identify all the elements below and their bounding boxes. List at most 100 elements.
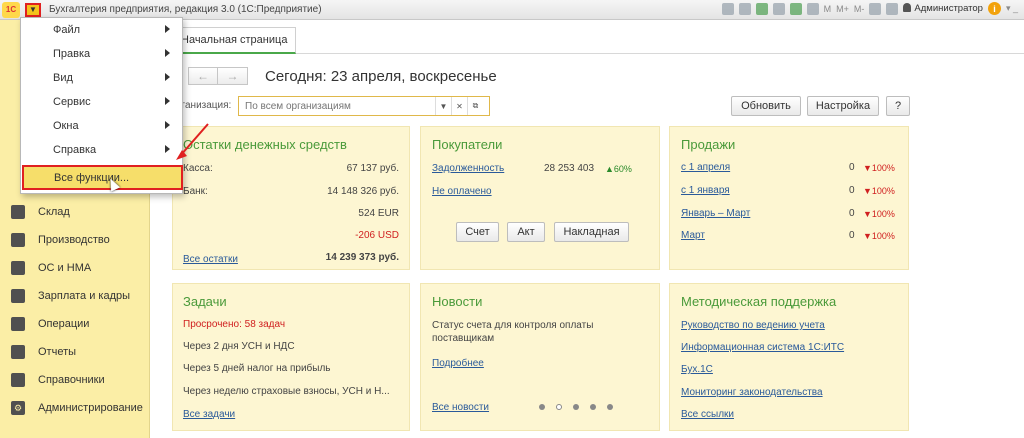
sales-row-change: ▼100% — [863, 231, 895, 241]
sidebar-item-operations[interactable]: Операции — [0, 313, 150, 335]
debt-change: ▲60% — [605, 164, 632, 174]
sidebar-item-label: ОС и НМА — [38, 262, 92, 274]
sidebar-item-production[interactable]: Производство — [0, 229, 150, 251]
sidebar-item-label: Справочники — [38, 374, 105, 386]
menu-item-all-functions[interactable]: Все функции... — [22, 165, 183, 190]
news-page-dot[interactable] — [590, 404, 596, 410]
buyers-widget: Покупатели Задолженность 28 253 403 ▲60%… — [420, 126, 660, 270]
page-title: Сегодня: 23 апреля, воскресенье — [265, 68, 497, 85]
chevron-right-icon — [165, 49, 170, 57]
chevron-down-icon: ▼ — [29, 5, 37, 14]
sales-row-value: 0 — [849, 230, 855, 241]
info-icon[interactable]: i — [987, 2, 1001, 15]
support-link[interactable]: Руководство по ведению учета — [681, 320, 825, 331]
refresh-button[interactable]: Обновить — [731, 96, 801, 116]
back-button[interactable]: ← — [188, 67, 218, 85]
news-text-line: Статус счета для контроля оплаты — [432, 320, 594, 331]
bank-value: 14 148 326 руб. — [327, 186, 399, 197]
sales-row-value: 0 — [849, 208, 855, 219]
menu-item-label: Сервис — [53, 96, 91, 108]
settings-button[interactable]: Настройка — [807, 96, 879, 116]
dropdown-icon[interactable]: ▼ — [435, 97, 451, 115]
memory-plus-button[interactable]: M+ — [836, 4, 849, 14]
history-navigation: ← → — [188, 67, 248, 85]
act-button[interactable]: Акт — [507, 222, 545, 242]
menu-item-edit[interactable]: Правка — [21, 44, 182, 64]
menu-item-view[interactable]: Вид — [21, 68, 182, 88]
tab-home[interactable]: Начальная страница — [172, 27, 297, 54]
sidebar-item-label: Производство — [38, 234, 110, 246]
unpaid-link[interactable]: Не оплачено — [432, 186, 492, 197]
sales-row-link[interactable]: с 1 января — [681, 185, 730, 196]
menu-item-file[interactable]: Файл — [21, 20, 182, 40]
support-link[interactable]: Информационная система 1С:ИТС — [681, 342, 844, 353]
cash-total: 14 239 373 руб. — [325, 252, 399, 263]
zoom-icon[interactable] — [869, 2, 882, 15]
sales-row-change: ▼100% — [863, 209, 895, 219]
organization-field[interactable]: ▼ ✕ ⧉ — [238, 96, 490, 116]
calendar-icon[interactable] — [806, 2, 819, 15]
all-tasks-link[interactable]: Все задачи — [183, 409, 235, 420]
sales-row-link[interactable]: с 1 апреля — [681, 162, 730, 173]
invoice-button[interactable]: Счет — [456, 222, 499, 242]
chevron-right-icon — [165, 25, 170, 33]
waybill-button[interactable]: Накладная — [554, 222, 629, 242]
news-page-dot-current[interactable] — [556, 404, 562, 410]
menu-item-windows[interactable]: Окна — [21, 116, 182, 136]
main-menu-button[interactable]: ▼ — [25, 2, 41, 17]
print-icon[interactable] — [721, 2, 734, 15]
download-icon[interactable] — [755, 2, 768, 15]
sales-row-link[interactable]: Январь – Март — [681, 208, 750, 219]
support-widget: Методическая поддержка Руководство по ве… — [669, 283, 909, 431]
sidebar-item-label: Зарплата и кадры — [38, 290, 131, 302]
menu-item-service[interactable]: Сервис — [21, 92, 182, 112]
news-page-dot[interactable] — [539, 404, 545, 410]
minimize-button[interactable]: ▾ _ — [1006, 3, 1018, 14]
news-widget: Новости Статус счета для контроля оплаты… — [420, 283, 660, 431]
debt-link[interactable]: Задолженность — [432, 163, 504, 174]
open-icon[interactable]: ⧉ — [467, 97, 483, 115]
sidebar-item-assets[interactable]: ОС и НМА — [0, 257, 150, 279]
task-item: Через неделю страховые взносы, УСН и Н..… — [183, 386, 390, 397]
news-title: Новости — [432, 294, 483, 309]
panels-icon[interactable] — [886, 2, 899, 15]
tasks-widget: Задачи Просрочено: 58 задач Через 2 дня … — [172, 283, 410, 431]
all-news-link[interactable]: Все новости — [432, 402, 489, 413]
sales-row-change: ▼100% — [863, 163, 895, 173]
sidebar-item-label: Операции — [38, 318, 90, 330]
eur-value: 524 EUR — [358, 208, 399, 219]
sidebar-item-references[interactable]: Справочники — [0, 369, 150, 391]
sidebar-item-warehouse[interactable]: Склад — [0, 201, 150, 223]
all-links-link[interactable]: Все ссылки — [681, 409, 734, 420]
help-button[interactable]: ? — [886, 96, 910, 116]
memory-button[interactable]: M — [824, 4, 832, 14]
memory-minus-button[interactable]: M- — [854, 4, 865, 14]
task-item: Через 5 дней налог на прибыль — [183, 363, 331, 374]
sidebar-item-salary[interactable]: Зарплата и кадры — [0, 285, 150, 307]
support-link[interactable]: Бух.1С — [681, 364, 713, 375]
sidebar-item-administration[interactable]: ⚙ Администрирование — [0, 397, 150, 419]
forward-button[interactable]: → — [218, 67, 248, 85]
news-page-dot[interactable] — [607, 404, 613, 410]
gear-icon: ⚙ — [11, 401, 25, 415]
sales-row-link[interactable]: Март — [681, 230, 705, 241]
user-menu[interactable]: Администратор — [903, 3, 983, 14]
tab-bar: Начальная страница — [150, 20, 1024, 54]
spreadsheet-icon[interactable] — [789, 2, 802, 15]
link-icon[interactable] — [772, 2, 785, 15]
organization-input[interactable] — [239, 100, 435, 112]
all-balances-link[interactable]: Все остатки — [183, 254, 238, 265]
buyers-title: Покупатели — [432, 137, 503, 152]
title-toolbar: M M+ M- Администратор i ▾ _ — [721, 2, 1018, 15]
menu-item-help[interactable]: Справка — [21, 140, 182, 160]
menu-item-label: Правка — [53, 48, 91, 60]
warehouse-icon — [11, 205, 25, 219]
news-page-dot[interactable] — [573, 404, 579, 410]
support-link[interactable]: Мониторинг законодательства — [681, 387, 823, 398]
clear-icon[interactable]: ✕ — [451, 97, 467, 115]
save-icon[interactable] — [738, 2, 751, 15]
user-name: Администратор — [914, 3, 983, 14]
sidebar-item-reports[interactable]: Отчеты — [0, 341, 150, 363]
operations-icon — [11, 317, 25, 331]
news-more-link[interactable]: Подробнее — [432, 358, 484, 369]
